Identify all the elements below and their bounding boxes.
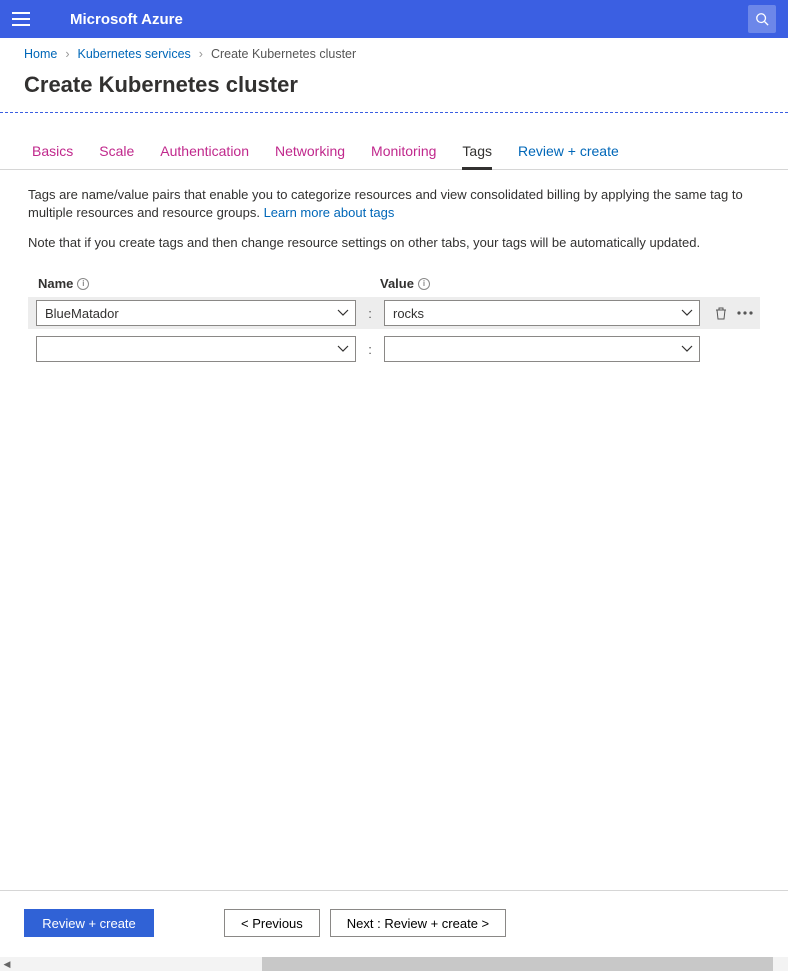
breadcrumb: Home › Kubernetes services › Create Kube… <box>0 38 788 70</box>
tags-note: Note that if you create tags and then ch… <box>0 223 788 268</box>
tab-scale[interactable]: Scale <box>99 143 134 169</box>
row-actions <box>712 304 754 322</box>
tag-name-input[interactable] <box>36 336 356 362</box>
search-button[interactable] <box>748 5 776 33</box>
next-button[interactable]: Next : Review + create > <box>330 909 506 937</box>
table-row: BlueMatador : rocks <box>28 297 760 329</box>
scroll-left-icon[interactable]: ◀ <box>0 957 14 971</box>
horizontal-scrollbar[interactable]: ◀ <box>0 957 788 971</box>
tag-value-input[interactable] <box>384 336 700 362</box>
search-icon <box>755 12 769 26</box>
name-header-label: Name <box>38 276 73 291</box>
tabs: Basics Scale Authentication Networking M… <box>0 113 788 170</box>
name-header: Name i <box>28 276 358 291</box>
tags-description: Tags are name/value pairs that enable yo… <box>0 170 788 224</box>
tab-monitoring[interactable]: Monitoring <box>371 143 436 169</box>
table-row: : <box>28 333 760 365</box>
value-header: Value i <box>358 276 430 291</box>
more-button[interactable] <box>736 304 754 322</box>
learn-more-link[interactable]: Learn more about tags <box>264 205 395 220</box>
chevron-right-icon: › <box>199 47 203 61</box>
chevron-down-icon <box>681 343 693 355</box>
chevron-down-icon <box>337 307 349 319</box>
tab-tags[interactable]: Tags <box>462 143 492 170</box>
tag-value-input[interactable]: rocks <box>384 300 700 326</box>
info-icon[interactable]: i <box>418 278 430 290</box>
nav-buttons: < Previous Next : Review + create > <box>224 909 506 937</box>
tag-name-input[interactable]: BlueMatador <box>36 300 356 326</box>
more-icon <box>737 311 753 315</box>
tag-name-value: BlueMatador <box>45 306 119 321</box>
colon: : <box>366 342 374 357</box>
trash-icon <box>714 306 728 320</box>
breadcrumb-home[interactable]: Home <box>24 47 57 61</box>
delete-button[interactable] <box>712 304 730 322</box>
chevron-down-icon <box>681 307 693 319</box>
tab-authentication[interactable]: Authentication <box>160 143 249 169</box>
footer: Review + create < Previous Next : Review… <box>0 890 788 955</box>
previous-button[interactable]: < Previous <box>224 909 320 937</box>
tags-table: Name i Value i BlueMatador : rocks <box>0 268 788 373</box>
value-header-label: Value <box>380 276 414 291</box>
menu-icon[interactable] <box>12 12 30 26</box>
info-icon[interactable]: i <box>77 278 89 290</box>
tab-review-create[interactable]: Review + create <box>518 143 619 169</box>
breadcrumb-current: Create Kubernetes cluster <box>211 47 356 61</box>
tag-value-text: rocks <box>393 306 424 321</box>
tags-header-row: Name i Value i <box>28 276 760 291</box>
tab-basics[interactable]: Basics <box>32 143 73 169</box>
breadcrumb-service[interactable]: Kubernetes services <box>78 47 191 61</box>
chevron-down-icon <box>337 343 349 355</box>
brand-label: Microsoft Azure <box>70 11 183 28</box>
scroll-thumb[interactable] <box>262 957 773 971</box>
topbar: Microsoft Azure <box>0 0 788 38</box>
scroll-track[interactable] <box>14 957 788 971</box>
tab-networking[interactable]: Networking <box>275 143 345 169</box>
colon: : <box>366 306 374 321</box>
review-create-button[interactable]: Review + create <box>24 909 154 937</box>
chevron-right-icon: › <box>65 47 69 61</box>
page-title: Create Kubernetes cluster <box>0 70 788 112</box>
